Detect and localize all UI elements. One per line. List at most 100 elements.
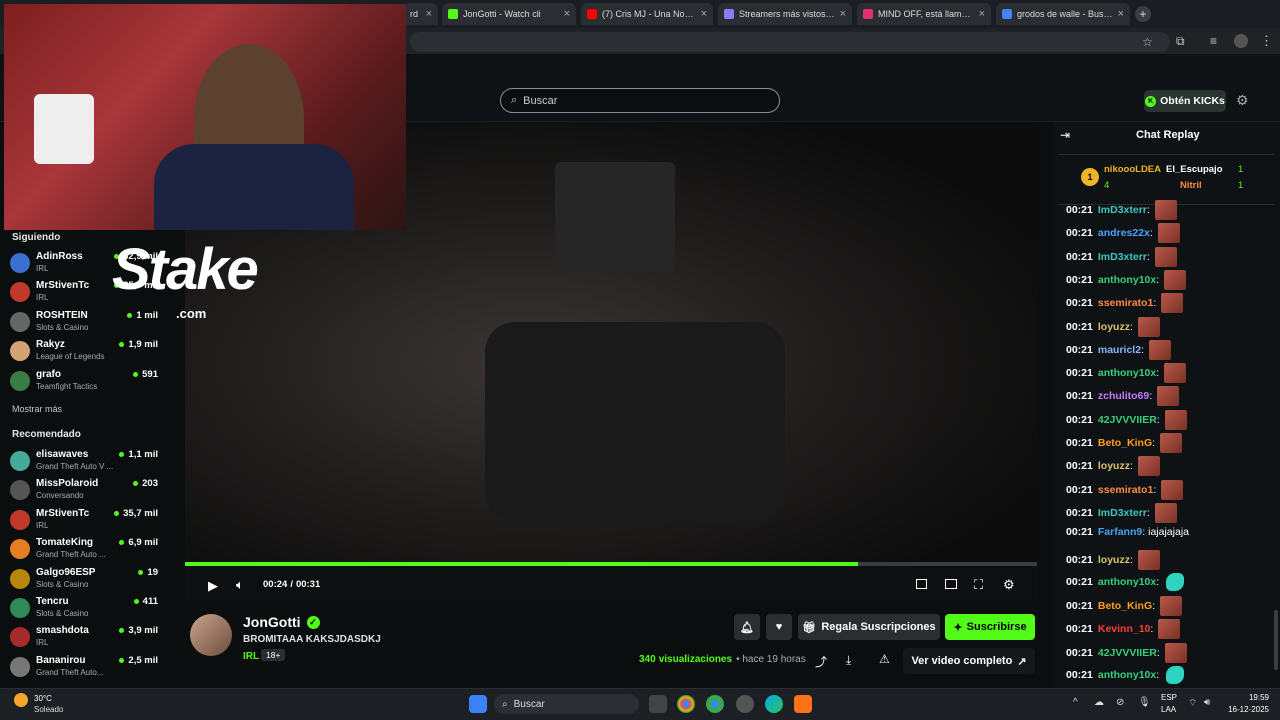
channel-category: IRL: [36, 638, 49, 648]
channel-avatar[interactable]: [190, 614, 232, 656]
message-username[interactable]: loyuzz: [1098, 321, 1130, 333]
sidebar-channel-bananirou[interactable]: Bananirou Grand Theft Auto... 2,5 mil: [10, 655, 162, 683]
wifi-icon[interactable]: ⌔: [1188, 697, 1197, 710]
message-username[interactable]: ImD3xterr: [1098, 251, 1147, 263]
get-kicks-button[interactable]: K Obtén KICKs: [1144, 90, 1226, 112]
browser-menu-icon[interactable]: ⋮: [1260, 33, 1273, 49]
gifter-2-name[interactable]: El_Escupajo: [1166, 164, 1223, 175]
profile-avatar[interactable]: [1234, 34, 1248, 48]
channel-category: Conversando: [36, 491, 84, 501]
taskbar-search[interactable]: ⌕ Buscar: [494, 694, 639, 714]
message-username[interactable]: Beto_KinG: [1098, 600, 1152, 612]
address-bar[interactable]: [410, 32, 1170, 52]
full-video-button[interactable]: Ver video completo ↗: [903, 648, 1035, 674]
edge-icon[interactable]: [765, 695, 783, 713]
sidebar-channel-tomateking[interactable]: TomateKing Grand Theft Auto ... 6,9 mil: [10, 537, 162, 565]
message-username[interactable]: 42JVVVIIER: [1098, 414, 1157, 426]
message-username[interactable]: Beto_KinG: [1098, 437, 1152, 449]
message-username[interactable]: loyuzz: [1098, 460, 1130, 472]
gift-subs-button[interactable]: 🎁︎ Regala Suscripciones: [798, 614, 940, 640]
browser-tab[interactable]: Streamers más vistos de ×: [718, 3, 852, 25]
top-gifter-name[interactable]: nikoooLDEA: [1104, 164, 1161, 175]
external-link-icon: ↗: [1017, 655, 1027, 668]
message-colon: :: [1153, 297, 1157, 310]
sidebar-channel-rakyz[interactable]: Rakyz League of Legends 1,9 mil: [10, 339, 162, 367]
sidebar-channel-galgo96esp[interactable]: Galgo96ESP Slots & Casino 19: [10, 567, 162, 595]
tray-chevron-icon[interactable]: ^: [1073, 697, 1078, 708]
message-username[interactable]: 42JVVVIIER: [1098, 647, 1157, 659]
message-username[interactable]: ssemirato1: [1098, 484, 1153, 496]
sidebar-channel-grafo[interactable]: grafo Teamfight Tactics 591: [10, 369, 162, 397]
close-tab-icon[interactable]: ×: [1118, 8, 1124, 20]
network-off-icon[interactable]: ⊘: [1116, 697, 1124, 708]
windows-start-icon[interactable]: [469, 695, 487, 713]
browser-tab[interactable]: JonGotti - Watch cli ×: [442, 3, 576, 25]
clock-time[interactable]: 19:59: [1225, 693, 1269, 702]
volume-icon[interactable]: 🔊︎: [1204, 697, 1210, 708]
stream-category[interactable]: IRL: [243, 651, 259, 662]
gifter-3-name[interactable]: Nitril: [1180, 180, 1202, 191]
search-input[interactable]: ⌕ Buscar: [500, 88, 780, 113]
collapse-chat-icon[interactable]: ⇥: [1060, 128, 1070, 142]
app-icon[interactable]: [736, 695, 754, 713]
pip-icon[interactable]: [916, 579, 927, 589]
message-username[interactable]: anthony10x: [1098, 669, 1156, 681]
message-username[interactable]: ImD3xterr: [1098, 204, 1147, 216]
chrome-profile-icon[interactable]: [706, 695, 724, 713]
close-tab-icon[interactable]: ×: [564, 8, 570, 20]
close-tab-icon[interactable]: ×: [840, 8, 846, 20]
sidebar-channel-mrstiventc[interactable]: MrStivenTc IRL 35,7 mil: [10, 508, 162, 536]
browser-tab[interactable]: MIND OFF, está llamando ×: [857, 3, 991, 25]
message-username[interactable]: mauricl2: [1098, 344, 1141, 356]
message-username[interactable]: ImD3xterr: [1098, 507, 1147, 519]
sidebar-channel-misspolaroid[interactable]: MissPolaroid Conversando 203: [10, 478, 162, 506]
sidebar-channel-smashdota[interactable]: smashdota IRL 3,9 mil: [10, 625, 162, 653]
close-tab-icon[interactable]: ×: [701, 8, 707, 20]
browser-tab[interactable]: (7) Cris MJ - Una Noche ×: [581, 3, 713, 25]
share-icon[interactable]: ⤴: [815, 653, 827, 670]
message-username[interactable]: zchulito69: [1098, 390, 1149, 402]
user-menu-icon[interactable]: ⚙: [1236, 92, 1249, 109]
media-icon[interactable]: ≡: [1210, 34, 1217, 48]
chat-scrollbar[interactable]: [1274, 610, 1278, 670]
message-username[interactable]: andres22x: [1098, 227, 1150, 239]
message-username[interactable]: anthony10x: [1098, 274, 1156, 286]
show-more-link[interactable]: Mostrar más: [12, 404, 62, 414]
app-icon[interactable]: [794, 695, 812, 713]
notification-bell-button[interactable]: 🔔︎: [734, 614, 760, 640]
volume-icon[interactable]: 🔈︎: [236, 577, 244, 593]
microphone-icon[interactable]: 🎙︎: [1138, 697, 1151, 708]
subscribe-button[interactable]: ✦ Suscribirse: [945, 614, 1035, 640]
sidebar-channel-tencru[interactable]: Tencru Slots & Casino 411: [10, 596, 162, 624]
sidebar-channel-elisawaves[interactable]: elisawaves Grand Theft Auto V ... 1,1 mil: [10, 449, 162, 477]
language-code[interactable]: ESP: [1161, 693, 1177, 702]
bookmark-star-icon[interactable]: ☆: [1142, 35, 1153, 49]
report-icon[interactable]: ⚠: [879, 652, 890, 666]
close-tab-icon[interactable]: ×: [979, 8, 985, 20]
message-username[interactable]: ssemirato1: [1098, 297, 1153, 309]
message-username[interactable]: loyuzz: [1098, 554, 1130, 566]
browser-tab[interactable]: grodos de walle - Buscar ×: [996, 3, 1130, 25]
message-username[interactable]: Farfann9: [1098, 526, 1142, 538]
browser-tab[interactable]: rd ×: [404, 3, 438, 25]
sidebar-channel-roshtein[interactable]: ROSHTEIN Slots & Casino 1 mil: [10, 310, 162, 338]
task-view-icon[interactable]: [649, 695, 667, 713]
message-username[interactable]: anthony10x: [1098, 367, 1156, 379]
message-username[interactable]: anthony10x: [1098, 576, 1156, 588]
settings-icon[interactable]: ⚙: [1003, 577, 1015, 593]
play-icon[interactable]: ▶: [208, 578, 218, 594]
chrome-icon[interactable]: [677, 695, 695, 713]
weather-temp: 30°C: [34, 694, 52, 703]
channel-name[interactable]: JonGotti: [243, 614, 301, 630]
theater-mode-icon[interactable]: [945, 579, 957, 589]
chat-divider: [1059, 154, 1274, 155]
close-tab-icon[interactable]: ×: [426, 8, 432, 20]
fullscreen-icon[interactable]: ⛶: [974, 577, 983, 593]
new-tab-button[interactable]: +: [1135, 6, 1151, 22]
top-gifter-count: 4: [1104, 180, 1110, 191]
message-username[interactable]: Kevinn_10: [1098, 623, 1151, 635]
extensions-icon[interactable]: ⧉: [1176, 34, 1185, 49]
download-icon[interactable]: ⤓: [846, 653, 851, 668]
follow-button[interactable]: ♥: [766, 614, 792, 640]
cloud-icon[interactable]: ☁: [1094, 697, 1104, 708]
